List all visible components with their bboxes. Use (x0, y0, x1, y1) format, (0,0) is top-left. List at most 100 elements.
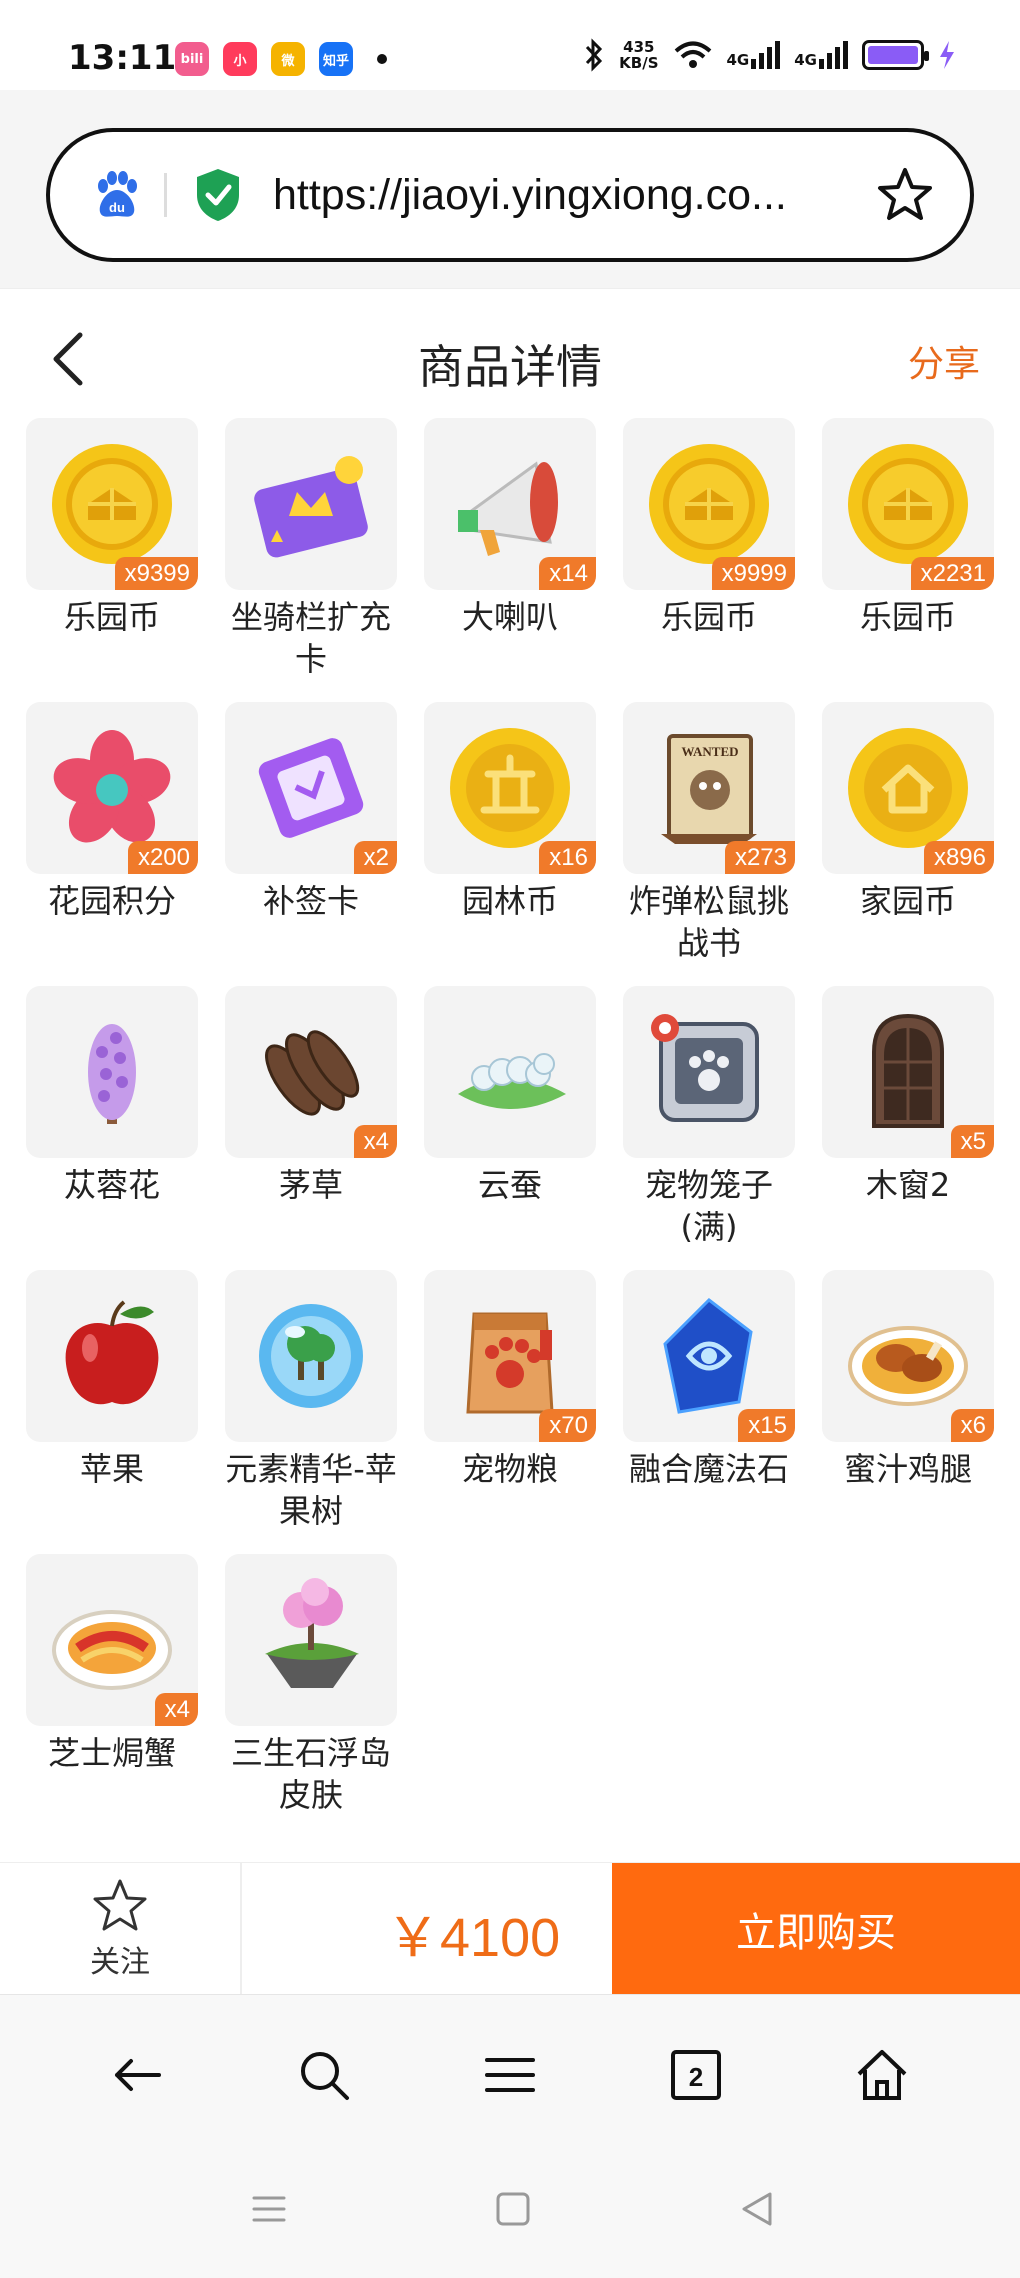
nav-back-button[interactable] (106, 2043, 170, 2107)
item-thumbnail: x2 (225, 702, 397, 874)
item-thumbnail (26, 1270, 198, 1442)
item-card[interactable]: 坐骑栏扩充卡 (225, 418, 397, 702)
item-grid: x9399 乐园币 坐骑栏扩充卡 x14 大喇叭 x9999 乐园币 x2231 乐园币 x200… (26, 418, 996, 1838)
home-square-icon[interactable] (488, 2184, 538, 2234)
url-text[interactable]: https://jiaoyi.yingxiong.co... (273, 171, 856, 220)
element-essence-icon (259, 1304, 363, 1408)
page-header: 商品详情 分享 (0, 288, 1020, 418)
item-card[interactable]: 苁蓉花 (26, 986, 198, 1270)
quantity-badge: x4 (353, 1125, 397, 1158)
item-card[interactable]: x4 茅草 (225, 986, 397, 1270)
item-name: 乐园币 (660, 598, 757, 636)
item-card[interactable]: x200 花园积分 (26, 702, 198, 986)
item-card[interactable]: x16 园林币 (424, 702, 596, 986)
notification-icons: bili 小 微 知乎 (175, 42, 387, 76)
clock: 13:11 (68, 38, 177, 78)
item-thumbnail: x16 (424, 702, 596, 874)
quantity-badge: x9999 (711, 557, 795, 590)
item-card[interactable]: x9399 乐园币 (26, 418, 198, 702)
item-card[interactable]: x70 宠物粮 (424, 1270, 596, 1554)
item-name: 云蚕 (477, 1166, 542, 1204)
item-thumbnail: x6 (822, 1270, 994, 1442)
item-thumbnail: x4 (225, 986, 397, 1158)
page-title: 商品详情 (418, 340, 602, 394)
bookmark-star-icon[interactable] (876, 166, 934, 224)
wanted-poster-icon: WANTED (661, 734, 757, 844)
item-card[interactable]: x9999 乐园币 (623, 418, 795, 702)
silkworm-icon (458, 1053, 566, 1109)
item-thumbnail: x70 (424, 1270, 596, 1442)
battery-icon (862, 40, 929, 70)
item-name: 芝士焗蟹 (47, 1734, 176, 1772)
xiaohongshu-icon: 小 (223, 42, 257, 76)
item-name: 大喇叭 (461, 598, 558, 636)
item-name: 苹果 (79, 1450, 144, 1488)
quantity-badge: x6 (950, 1409, 994, 1442)
nav-search-button[interactable] (292, 2043, 356, 2107)
svg-text:WANTED: WANTED (681, 744, 738, 759)
item-card[interactable]: x5 木窗2 (822, 986, 994, 1270)
system-nav-bar (0, 2154, 1020, 2278)
item-name: 蜜汁鸡腿 (843, 1450, 972, 1488)
item-card[interactable]: x2 补签卡 (225, 702, 397, 986)
item-name: 宠物笼子(满) (644, 1166, 773, 1246)
item-thumbnail (225, 1554, 397, 1726)
status-indicators: 435 KB/S 4G 4G (583, 38, 956, 72)
item-card[interactable]: 苹果 (26, 1270, 198, 1554)
item-card[interactable]: x15 融合魔法石 (623, 1270, 795, 1554)
coin-icon (52, 444, 172, 564)
buy-now-button[interactable]: 立即购买 (612, 1863, 1020, 1995)
item-name: 乐园币 (859, 598, 956, 636)
item-card[interactable]: 云蚕 (424, 986, 596, 1270)
item-card[interactable]: 元素精华-苹果树 (225, 1270, 397, 1554)
bluetooth-icon (586, 38, 603, 72)
nav-home-button[interactable] (850, 2043, 914, 2107)
floating-island-icon (265, 1578, 359, 1688)
thatch-icon (265, 1030, 360, 1116)
wooden-window-icon (872, 1013, 944, 1128)
pet-cage-icon (651, 1014, 759, 1122)
item-thumbnail: x4 (26, 1554, 198, 1726)
quantity-badge: x273 (724, 841, 795, 874)
quantity-badge: x16 (539, 841, 596, 874)
price-label: ￥4100 (386, 1908, 561, 1968)
tabs-icon: 2 (671, 2050, 721, 2100)
recent-apps-icon[interactable] (244, 2184, 294, 2234)
item-name: 乐园币 (63, 598, 160, 636)
item-card[interactable]: x4 芝士焗蟹 (26, 1554, 198, 1838)
follow-button[interactable]: 关注 (0, 1863, 242, 1995)
item-name: 园林币 (461, 882, 558, 920)
browser-toolbar: du https://jiaoyi.yingxiong.co... (0, 90, 1020, 288)
cheese-crab-icon (52, 1610, 172, 1690)
more-notifications-dot (377, 54, 387, 64)
pet-food-icon (466, 1312, 554, 1414)
nav-menu-button[interactable] (478, 2043, 542, 2107)
item-card[interactable]: x6 蜜汁鸡腿 (822, 1270, 994, 1554)
item-card[interactable]: x2231 乐园币 (822, 418, 994, 702)
system-back-icon[interactable] (732, 2184, 782, 2234)
item-card[interactable]: 宠物笼子(满) (623, 986, 795, 1270)
item-card[interactable]: WANTED x273 炸弹松鼠挑战书 (623, 702, 795, 986)
home-icon (857, 2050, 907, 2100)
item-thumbnail (225, 1270, 397, 1442)
cistanche-flower-icon (88, 1024, 136, 1124)
address-bar[interactable]: du https://jiaoyi.yingxiong.co... (46, 128, 974, 262)
flower-points-icon (53, 730, 171, 843)
browser-bottom-nav: 2 (0, 1994, 1020, 2154)
item-thumbnail: x5 (822, 986, 994, 1158)
weibo-icon: 微 (271, 42, 305, 76)
secure-shield-icon[interactable] (193, 167, 243, 223)
baidu-icon[interactable]: du (90, 168, 144, 222)
share-button[interactable]: 分享 (908, 335, 980, 387)
item-name: 家园币 (859, 882, 956, 920)
nav-tabs-button[interactable]: 2 (664, 2043, 728, 2107)
follow-label: 关注 (90, 1945, 150, 1980)
item-thumbnail: x9399 (26, 418, 198, 590)
menu-icon (485, 2058, 535, 2092)
item-card[interactable]: x896 家园币 (822, 702, 994, 986)
item-thumbnail (26, 986, 198, 1158)
apple-icon (65, 1300, 159, 1405)
item-card[interactable]: 三生石浮岛皮肤 (225, 1554, 397, 1838)
item-thumbnail: x14 (424, 418, 596, 590)
item-card[interactable]: x14 大喇叭 (424, 418, 596, 702)
